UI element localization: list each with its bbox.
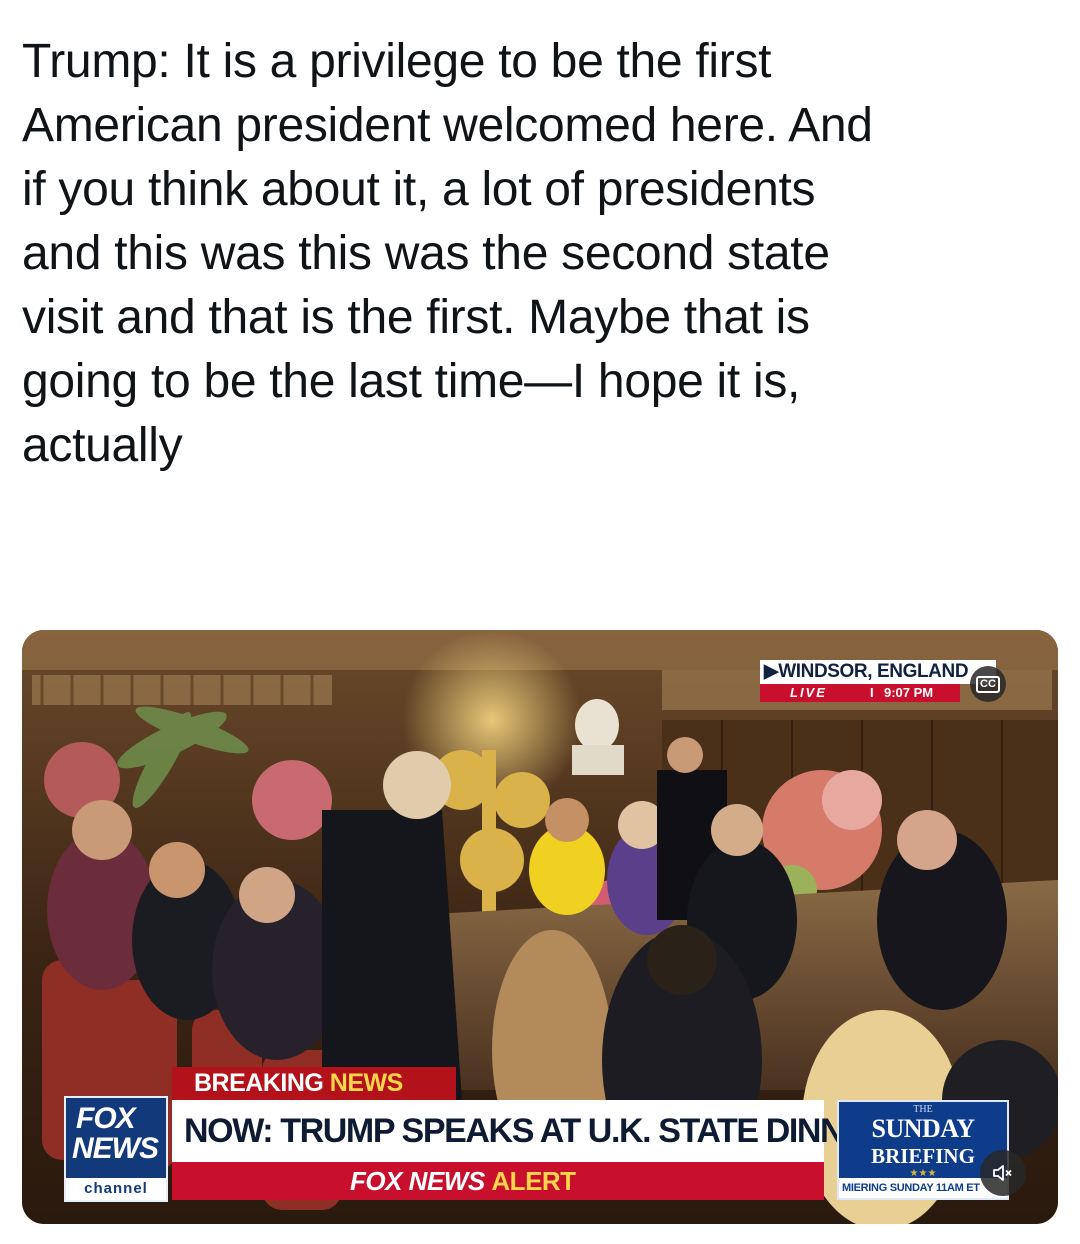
logo-line-3: channel xyxy=(66,1178,166,1200)
breaking-news-label: BREAKING NEWS xyxy=(172,1067,456,1100)
headline-banner: NOW: TRUMP SPEAKS AT U.K. STATE DINNER xyxy=(172,1100,889,1162)
play-triangle-icon: ▶ xyxy=(764,661,779,682)
logo-line-1: FOX xyxy=(76,1102,136,1135)
location-name: ▶WINDSOR, ENGLAND xyxy=(760,660,996,684)
fox-news-logo: FOX NEWS channel xyxy=(64,1096,168,1202)
speaker-muted-icon xyxy=(993,1165,1012,1181)
live-row: LIVE I 9:07 PM xyxy=(760,684,960,702)
cc-icon: CC xyxy=(976,675,1000,693)
tweet-text: Trump: It is a privilege to be the first… xyxy=(22,35,873,472)
alert-suffix: ALERT xyxy=(491,1166,576,1196)
alert-prefix: FOX NEWS xyxy=(350,1166,485,1196)
logo-line-2: NEWS xyxy=(72,1132,159,1165)
cc-button[interactable]: CC xyxy=(970,666,1006,702)
alert-bar: FOX NEWS ALERT xyxy=(172,1162,824,1200)
video-player[interactable]: ▶WINDSOR, ENGLAND LIVE I 9:07 PM CC BREA… xyxy=(22,630,1058,1224)
live-separator: I xyxy=(870,685,874,700)
location-text: WINDSOR, ENGLAND xyxy=(778,661,969,682)
breaking-suffix: NEWS xyxy=(329,1069,404,1097)
promo-line-1: SUNDAY xyxy=(871,1114,975,1143)
breaking-prefix: BREAKING xyxy=(194,1069,324,1097)
live-label: LIVE xyxy=(790,685,827,700)
mute-button[interactable] xyxy=(980,1150,1026,1196)
live-time: 9:07 PM xyxy=(884,685,934,700)
location-badge: ▶WINDSOR, ENGLAND LIVE I 9:07 PM xyxy=(760,660,996,708)
